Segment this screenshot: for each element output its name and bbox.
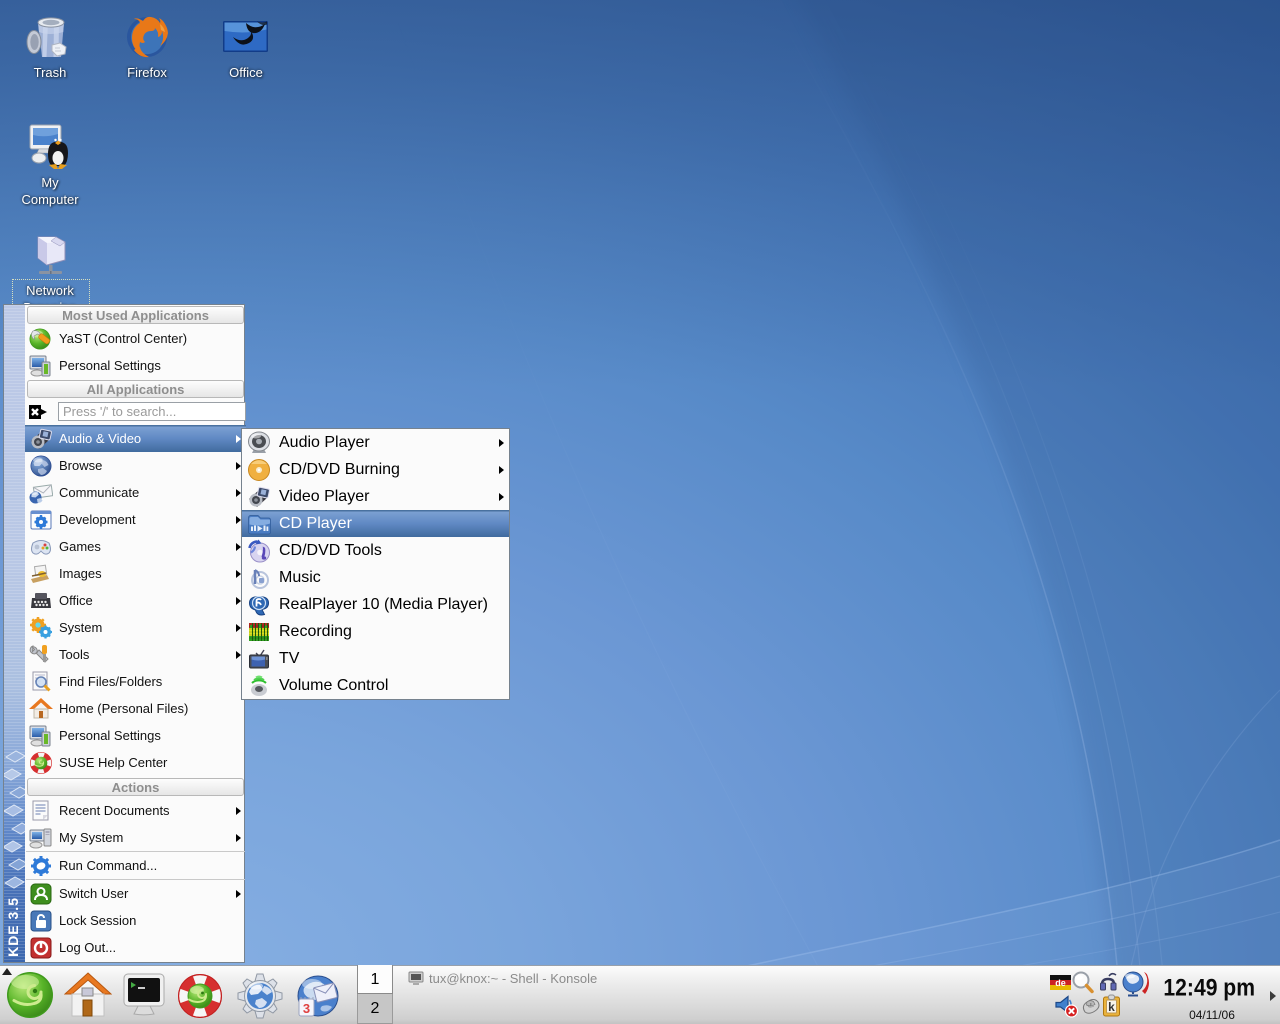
svg-text:de: de	[1055, 978, 1066, 988]
